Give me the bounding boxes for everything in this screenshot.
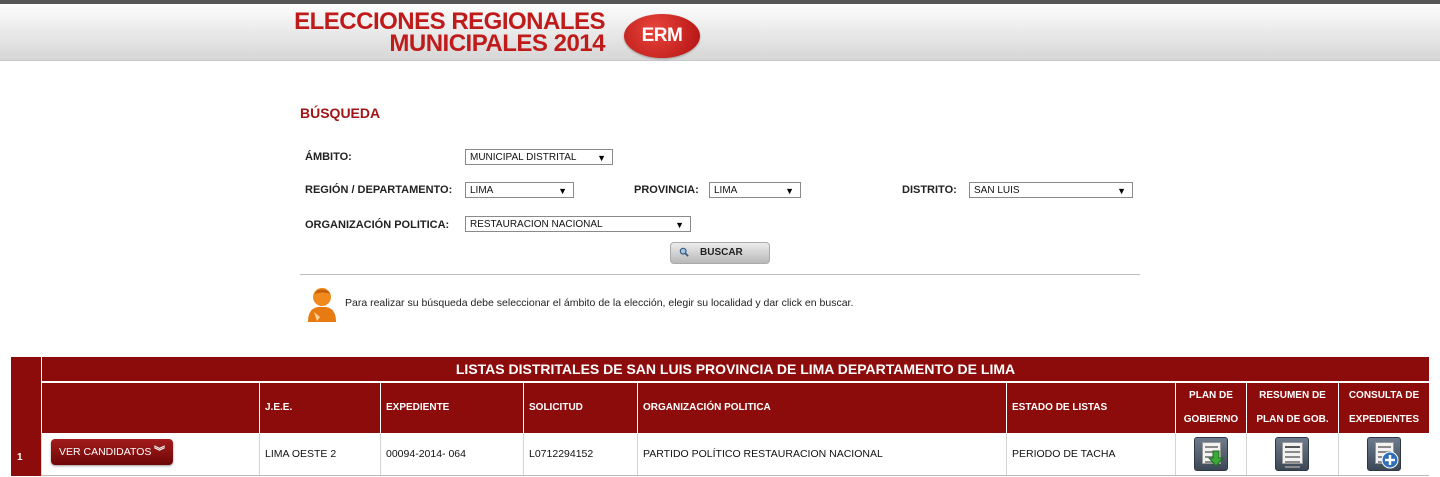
search-button[interactable]: BUSCAR <box>670 242 770 264</box>
header-jee: J.E.E. <box>259 383 380 433</box>
site-header: ELECCIONES REGIONALES MUNICIPALES 2014 E… <box>0 4 1440 61</box>
site-logo-text[interactable]: ELECCIONES REGIONALES MUNICIPALES 2014 <box>255 10 605 57</box>
ambito-label: ÁMBITO: <box>305 151 352 163</box>
ambito-select-value: MUNICIPAL DISTRITAL <box>470 152 577 163</box>
org-select[interactable]: RESTAURACION NACIONAL ▼ <box>465 216 691 232</box>
search-instructions: Para realizar su búsqueda debe seleccion… <box>345 297 854 309</box>
distrito-label: DISTRITO: <box>902 184 957 196</box>
plus-circle-icon <box>1381 451 1399 469</box>
chevron-down-icon: ▼ <box>785 186 794 196</box>
chevron-down-icon: ▼ <box>597 153 606 163</box>
logo-line-2: MUNICIPALES 2014 <box>389 30 605 57</box>
provincia-select-value: LIMA <box>714 185 738 196</box>
erm-logo-badge[interactable]: ERM <box>624 14 700 58</box>
cell-organizacion: PARTIDO POLÍTICO RESTAURACION NACIONAL <box>637 434 1006 475</box>
chevron-down-icon: ▼ <box>558 186 567 196</box>
region-select-value: LIMA <box>470 185 494 196</box>
download-doc-icon[interactable] <box>1194 437 1228 471</box>
header-organizacion: ORGANIZACIÓN POLITICA <box>637 383 1006 433</box>
row-divider <box>41 475 1429 476</box>
header-solicitud: SOLICITUD <box>523 383 639 433</box>
table-title: LISTAS DISTRITALES DE SAN LUIS PROVINCIA… <box>41 357 1429 381</box>
consult-doc-icon[interactable] <box>1367 437 1401 471</box>
provincia-label: PROVINCIA: <box>634 184 699 196</box>
summary-doc-icon[interactable] <box>1275 437 1309 471</box>
ambito-select[interactable]: MUNICIPAL DISTRITAL ▼ <box>465 149 613 165</box>
org-label: ORGANIZACIÓN POLITICA: <box>305 219 450 231</box>
search-title: BÚSQUEDA <box>300 105 381 121</box>
distrito-select-value: SAN LUIS <box>974 185 1020 196</box>
header-expediente: EXPEDIENTE <box>380 383 523 433</box>
header-resumen: RESUMEN DE PLAN DE GOB. <box>1246 383 1338 433</box>
cell-expediente: 00094-2014- 064 <box>380 434 523 475</box>
search-icon <box>679 247 689 257</box>
doc-page <box>1282 442 1303 468</box>
provincia-select[interactable]: LIMA ▼ <box>709 182 801 198</box>
row-number: 1 <box>17 452 23 463</box>
info-person-icon <box>308 288 336 322</box>
region-label: REGIÓN / DEPARTAMENTO: <box>305 184 453 196</box>
search-button-label: BUSCAR <box>700 247 743 258</box>
header-plan: PLAN DE GOBIERNO <box>1175 383 1246 433</box>
chevron-down-icon: ▼ <box>675 220 684 230</box>
download-arrow-icon <box>1207 450 1225 467</box>
view-candidates-button[interactable]: VER CANDIDATOS ︾ <box>51 439 173 465</box>
distrito-select[interactable]: SAN LUIS ▼ <box>969 182 1133 198</box>
org-select-value: RESTAURACION NACIONAL <box>470 219 603 230</box>
chevron-down-icon: ▼ <box>1117 186 1126 196</box>
divider <box>300 274 1140 275</box>
header-actions <box>41 383 259 433</box>
cell-estado: PERIODO DE TACHA <box>1006 434 1175 475</box>
results-table: 1 LISTAS DISTRITALES DE SAN LUIS PROVINC… <box>11 357 1429 476</box>
cell-solicitud: L0712294152 <box>523 434 639 475</box>
chevron-down-icon: ︾ <box>154 446 165 458</box>
header-consulta: CONSULTA DE EXPEDIENTES <box>1338 383 1429 433</box>
region-select[interactable]: LIMA ▼ <box>465 182 574 198</box>
cell-jee: LIMA OESTE 2 <box>259 434 380 475</box>
header-estado: ESTADO DE LISTAS <box>1006 383 1175 433</box>
view-candidates-label: VER CANDIDATOS <box>59 446 152 458</box>
row-number-column: 1 <box>11 357 41 476</box>
